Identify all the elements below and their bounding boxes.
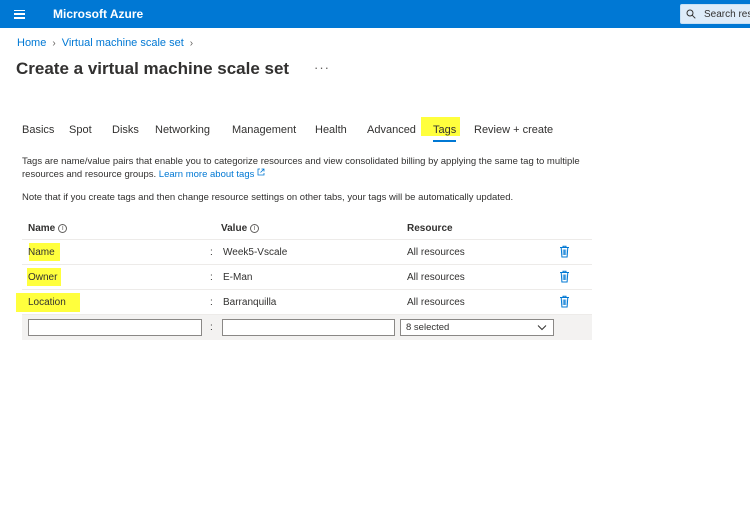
description-text: Tags are name/value pairs that enable yo… xyxy=(22,156,580,180)
tag-resource[interactable]: All resources xyxy=(407,272,465,283)
search-placeholder: Search res xyxy=(704,8,750,20)
breadcrumb: Home › Virtual machine scale set › xyxy=(17,37,199,49)
new-tag-value-input[interactable] xyxy=(222,319,395,336)
breadcrumb-vmss[interactable]: Virtual machine scale set xyxy=(62,37,184,49)
search-box[interactable]: Search res xyxy=(680,4,750,24)
tag-name[interactable]: Location xyxy=(28,297,66,308)
tab-review-create[interactable]: Review + create xyxy=(474,120,553,142)
tab-health[interactable]: Health xyxy=(315,120,347,142)
chevron-right-icon: › xyxy=(52,37,56,49)
separator: : xyxy=(210,272,213,283)
tab-disks[interactable]: Disks xyxy=(112,120,139,142)
table-row: Location : Barranquilla All resources xyxy=(16,290,592,315)
header-value: Value i xyxy=(221,223,260,234)
new-tag-name-input[interactable] xyxy=(28,319,202,336)
more-options-button[interactable]: ··· xyxy=(314,60,330,75)
header-resource: Resource xyxy=(407,223,453,234)
tab-basics[interactable]: Basics xyxy=(22,120,54,142)
trash-icon[interactable] xyxy=(559,295,570,308)
search-icon xyxy=(686,9,696,19)
separator: : xyxy=(210,247,213,258)
info-icon[interactable]: i xyxy=(58,224,68,233)
separator: : xyxy=(210,297,213,308)
tag-value[interactable]: Barranquilla xyxy=(223,297,276,308)
hamburger-menu-button[interactable] xyxy=(0,0,38,28)
breadcrumb-home[interactable]: Home xyxy=(17,37,46,49)
chevron-down-icon xyxy=(537,325,547,331)
tag-name[interactable]: Name xyxy=(28,247,55,258)
top-bar: Microsoft Azure Search res xyxy=(0,0,750,28)
info-icon[interactable]: i xyxy=(250,224,260,233)
trash-icon[interactable] xyxy=(559,270,570,283)
tags-table: Name i Value i Resource Name : Week5-Vscal… xyxy=(16,216,592,340)
tab-spot[interactable]: Spot xyxy=(69,120,92,142)
header-name: Name i xyxy=(28,223,68,234)
separator: : xyxy=(210,322,213,333)
tag-resource[interactable]: All resources xyxy=(407,297,465,308)
tags-description: Tags are name/value pairs that enable yo… xyxy=(22,155,602,181)
table-header: Name i Value i Resource xyxy=(22,216,592,240)
resource-dropdown[interactable]: 8 selected xyxy=(400,319,554,336)
tab-advanced[interactable]: Advanced xyxy=(367,120,416,142)
hamburger-icon xyxy=(13,9,25,19)
table-row: Name : Week5-Vscale All resources xyxy=(22,240,592,265)
tab-management[interactable]: Management xyxy=(232,120,296,142)
page-title: Create a virtual machine scale set xyxy=(16,59,290,78)
brand-title[interactable]: Microsoft Azure xyxy=(53,7,143,21)
tag-value[interactable]: Week5-Vscale xyxy=(223,247,287,258)
tags-note: Note that if you create tags and then ch… xyxy=(22,192,514,203)
tag-name[interactable]: Owner xyxy=(28,272,57,283)
chevron-right-icon: › xyxy=(189,37,194,49)
new-tag-row: : 8 selected xyxy=(22,315,592,340)
table-row: Owner : E-Man All resources xyxy=(22,265,592,290)
tab-networking[interactable]: Networking xyxy=(155,120,210,142)
resource-dropdown-value: 8 selected xyxy=(406,322,450,333)
tab-tags[interactable]: Tags xyxy=(433,120,457,142)
tag-resource[interactable]: All resources xyxy=(407,247,465,258)
tag-value[interactable]: E-Man xyxy=(223,272,252,283)
external-link-icon xyxy=(257,168,265,176)
trash-icon[interactable] xyxy=(559,245,570,258)
learn-more-link[interactable]: Learn more about tags xyxy=(159,168,265,180)
